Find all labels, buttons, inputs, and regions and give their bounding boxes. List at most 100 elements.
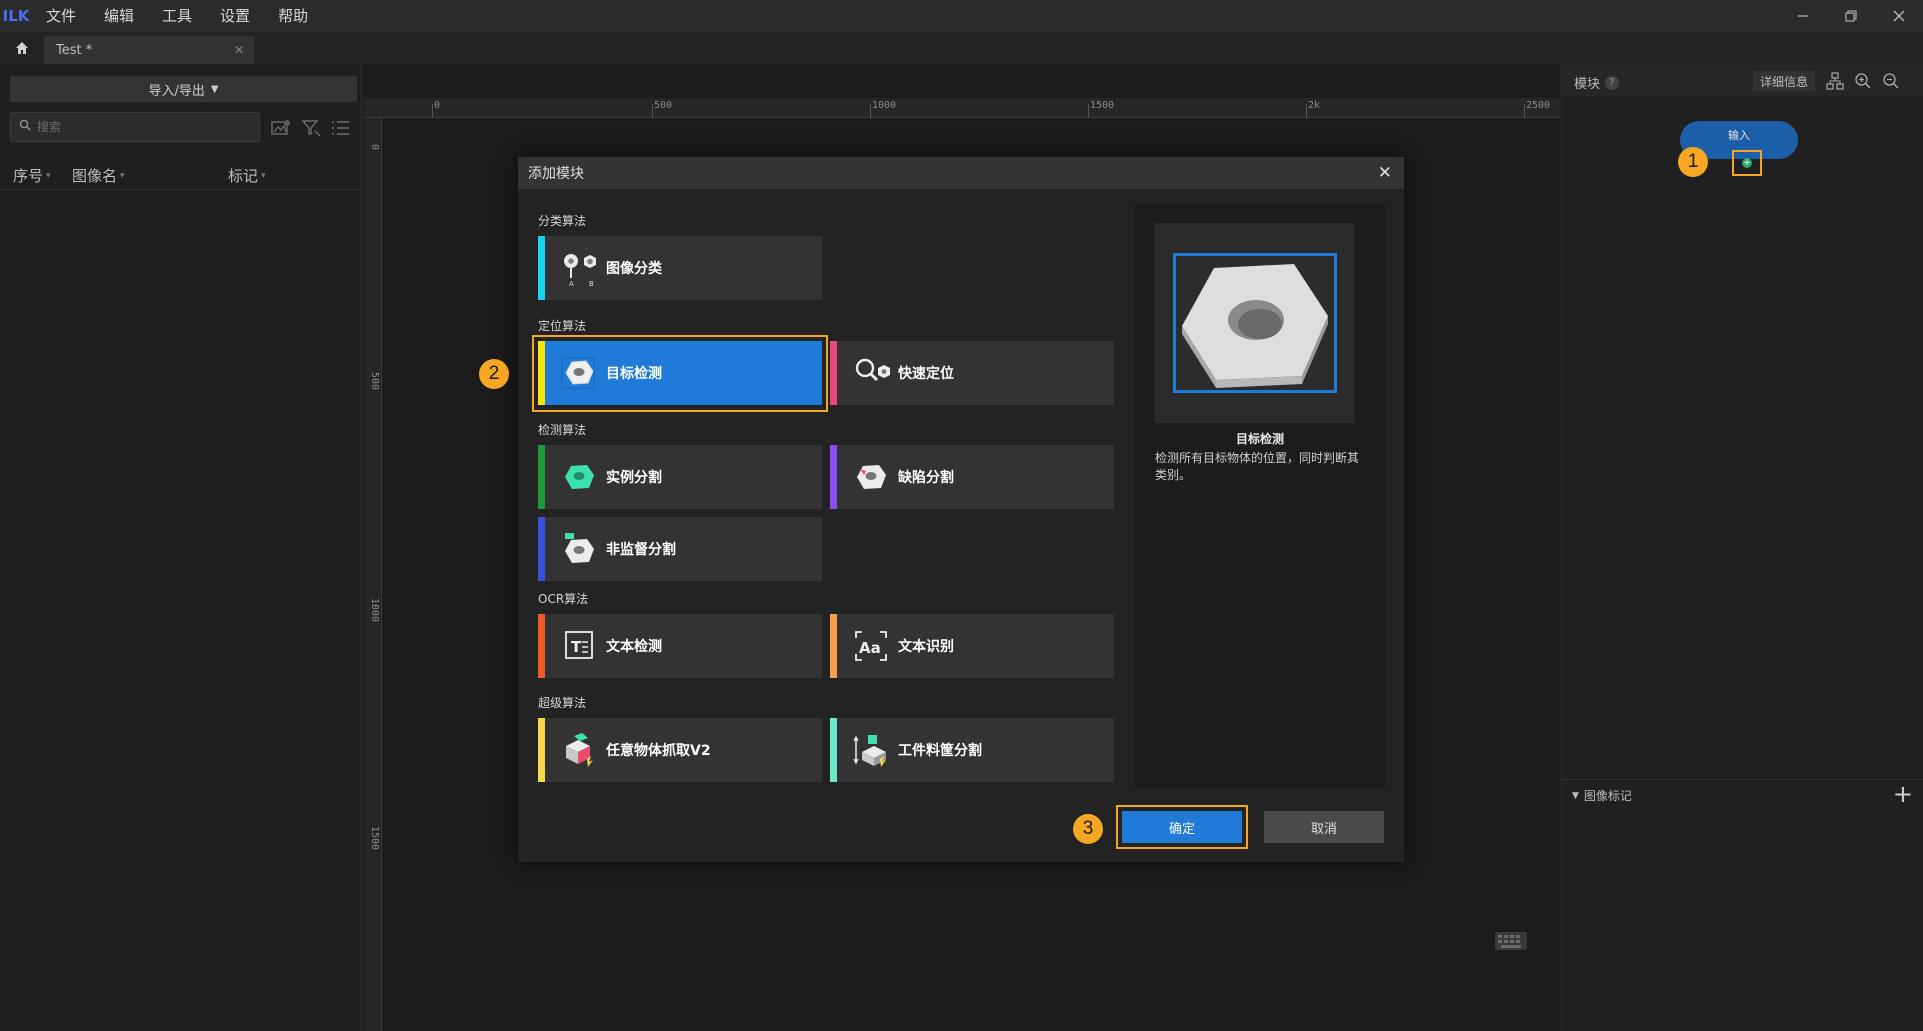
module-text-recognition[interactable]: Aa 文本识别 (830, 614, 1114, 678)
selection-highlight-frame (532, 335, 828, 412)
tab-test[interactable]: Test * ✕ (44, 36, 254, 64)
tab-label: Test * (56, 42, 93, 58)
ok-button[interactable]: 确定 (1122, 811, 1242, 843)
svg-text:A: A (569, 280, 574, 286)
dialog-title: 添加模块 (528, 166, 584, 182)
ruler-label: 1000 (369, 598, 380, 623)
module-unsupervised-segmentation[interactable]: 非监督分割 (538, 517, 822, 581)
instance-segmentation-icon (560, 459, 600, 495)
menu-tools[interactable]: 工具 (148, 0, 206, 32)
column-image-name[interactable]: 图像名 ▾ (72, 165, 125, 186)
module-bin-segmentation[interactable]: 工件料筐分割 (830, 718, 1114, 782)
ruler-label: 1000 (872, 100, 897, 111)
module-panel-title-label: 模块 (1574, 77, 1601, 92)
home-icon[interactable] (0, 32, 44, 64)
step-marker-1: 1 (1678, 147, 1708, 177)
search-icon (19, 119, 31, 135)
zoom-out-icon[interactable] (1882, 72, 1900, 90)
accent-bar (538, 445, 545, 509)
import-export-button[interactable]: 导入/导出 ▼ (10, 76, 357, 102)
step-marker-2: 2 (479, 359, 509, 389)
detail-info-button[interactable]: 详细信息 (1753, 71, 1816, 91)
module-defect-segmentation[interactable]: 缺陷分割 (830, 445, 1114, 509)
list-icon[interactable] (330, 117, 352, 139)
step-marker-3: 3 (1073, 814, 1103, 844)
bin-segmentation-icon (852, 732, 892, 768)
defect-segmentation-icon (852, 459, 892, 495)
layout-icon[interactable] (1826, 72, 1844, 90)
module-panel: 模块 ? 详细信息 输入 + 1 ▼ 图像标记 + (1561, 64, 1923, 1031)
image-filter-icon[interactable] (270, 117, 292, 139)
object-grasping-icon (560, 732, 600, 768)
window-controls (1779, 0, 1923, 32)
help-icon[interactable]: ? (1605, 75, 1620, 90)
app-logo: ILK (2, 7, 30, 25)
module-label: 快速定位 (898, 366, 954, 382)
keyboard-icon[interactable] (1494, 930, 1528, 952)
dialog-titlebar: 添加模块 (518, 157, 1404, 189)
module-label: 缺陷分割 (898, 470, 954, 486)
category-label: 定位算法 (538, 319, 587, 333)
menu-help[interactable]: 帮助 (264, 0, 322, 32)
accent-bar (538, 517, 545, 581)
svg-text:Aa: Aa (859, 639, 881, 657)
plus-icon: + (1742, 157, 1752, 168)
module-label: 非监督分割 (606, 542, 676, 558)
menu-file[interactable]: 文件 (32, 0, 90, 32)
zoom-in-icon[interactable] (1854, 72, 1872, 90)
module-panel-title: 模块 ? (1574, 73, 1620, 92)
accent-bar (538, 236, 545, 300)
add-annotation-button[interactable]: + (1893, 780, 1913, 808)
ruler-label: 500 (369, 372, 380, 391)
module-label: 实例分割 (606, 470, 662, 486)
module-object-grasping[interactable]: 任意物体抓取V2 (538, 718, 822, 782)
module-image-classification[interactable]: AB 图像分类 (538, 236, 822, 300)
menu-edit[interactable]: 编辑 (90, 0, 148, 32)
text-detection-icon: T (560, 628, 600, 664)
import-export-label: 导入/导出 (148, 83, 205, 99)
module-label: 工件料筐分割 (898, 743, 982, 759)
minimize-icon[interactable] (1779, 0, 1827, 32)
accent-bar (538, 614, 545, 678)
module-text-detection[interactable]: T 文本检测 (538, 614, 822, 678)
module-fast-positioning[interactable]: 快速定位 (830, 341, 1114, 405)
cancel-button[interactable]: 取消 (1264, 811, 1384, 843)
sort-caret-icon: ▾ (120, 170, 125, 181)
dialog-close-icon[interactable]: ✕ (1378, 163, 1392, 183)
menu-bar: ILK 文件 编辑 工具 设置 帮助 (0, 0, 1923, 32)
column-tag[interactable]: 标记 ▾ (228, 165, 266, 186)
close-icon[interactable] (1875, 0, 1923, 32)
add-module-port[interactable]: + (1732, 150, 1762, 176)
divider (1562, 779, 1923, 780)
column-index-label: 序号 (13, 167, 44, 185)
ruler-label: 2500 (1526, 100, 1551, 111)
ruler-left: 0 500 1000 1500 2 (364, 118, 382, 1031)
accent-bar (830, 341, 837, 405)
column-tag-label: 标记 (228, 167, 259, 185)
tab-bar: Test * ✕ (0, 32, 1923, 64)
preview-description: 检测所有目标物体的位置，同时判断其类别。 (1155, 451, 1360, 482)
hex-nut-image (1182, 264, 1328, 388)
module-label: 文本检测 (606, 639, 662, 655)
unsupervised-segmentation-icon (560, 531, 600, 567)
add-module-dialog: 添加模块 ✕ 分类算法 AB 图像分类 定位算法 目标检测 快速定位 检测算法 … (518, 157, 1404, 862)
tab-close-icon[interactable]: ✕ (234, 43, 244, 57)
ruler-label: 1500 (369, 826, 380, 851)
funnel-filter-icon[interactable] (300, 117, 322, 139)
image-annotation-section[interactable]: ▼ 图像标记 (1572, 787, 1632, 804)
module-instance-segmentation[interactable]: 实例分割 (538, 445, 822, 509)
module-label: 文本识别 (898, 639, 954, 655)
category-label: 超级算法 (538, 696, 587, 710)
chevron-down-icon: ▼ (210, 83, 219, 95)
ruler-label: 1500 (1090, 100, 1115, 111)
preview-image (1155, 223, 1355, 423)
search-field[interactable] (10, 112, 260, 142)
restore-icon[interactable] (1827, 0, 1875, 32)
module-preview-pane: 目标检测 检测所有目标物体的位置，同时判断其类别。 (1135, 203, 1385, 789)
column-index[interactable]: 序号 ▾ (13, 165, 51, 186)
menu-settings[interactable]: 设置 (206, 0, 264, 32)
image-classification-icon: AB (560, 250, 600, 288)
preview-title: 目标检测 (1235, 432, 1284, 446)
search-input[interactable] (37, 120, 237, 134)
category-label: OCR算法 (538, 592, 589, 606)
